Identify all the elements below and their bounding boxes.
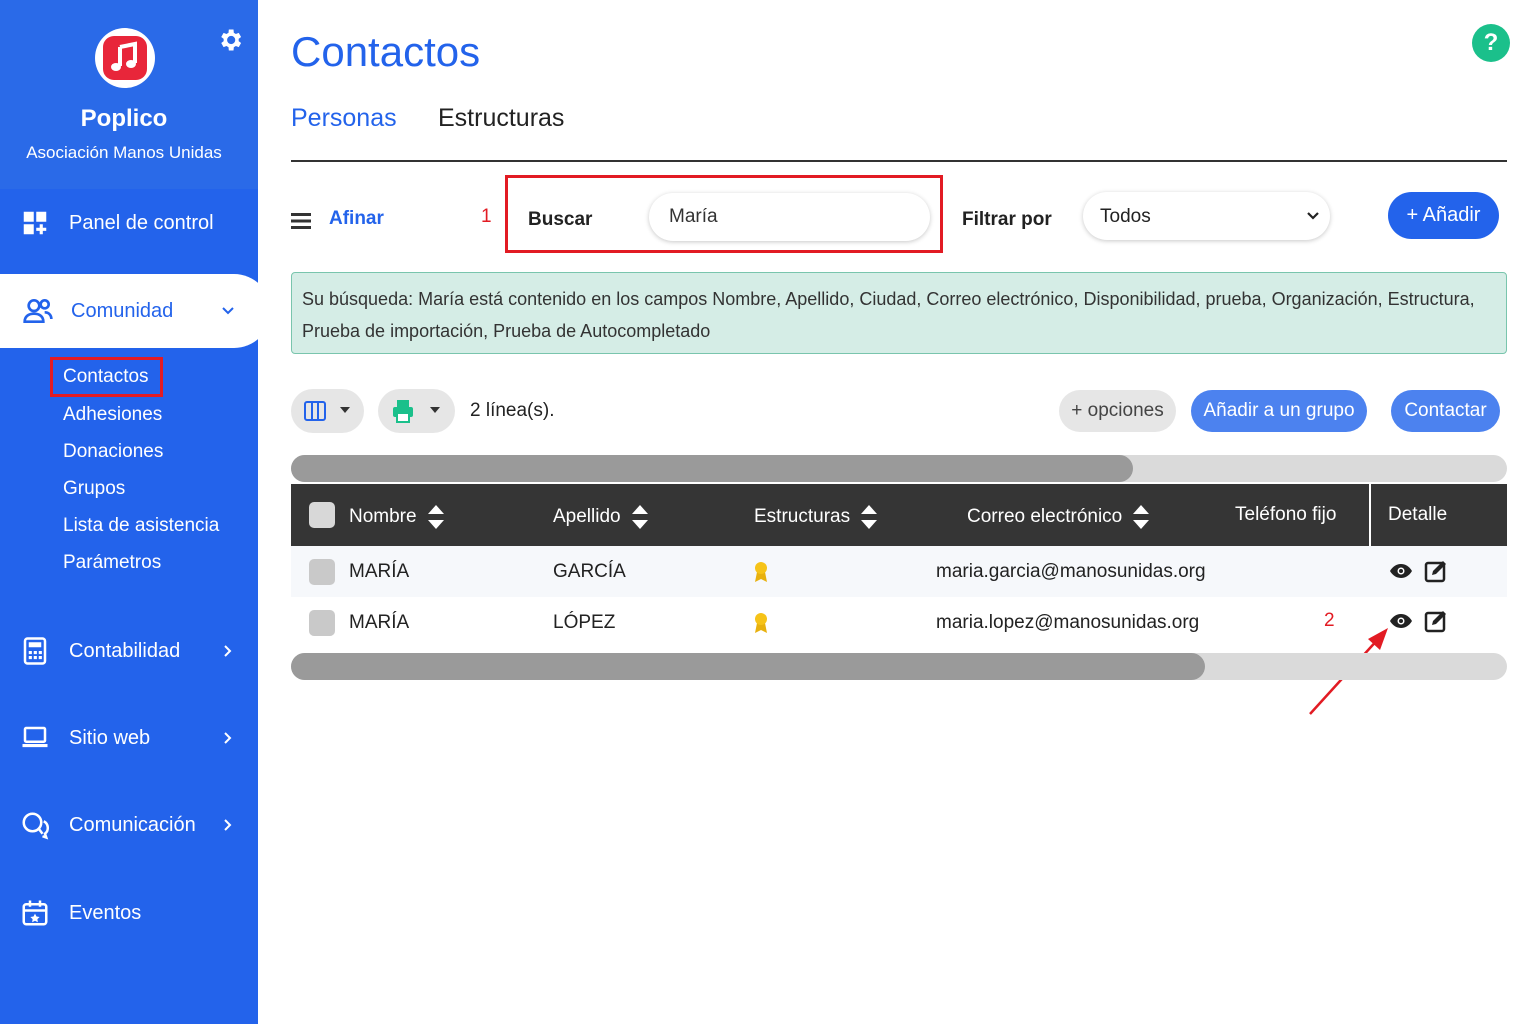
column-header-nombre[interactable]: Nombre	[349, 504, 445, 530]
cell-nombre: MARÍA	[349, 612, 410, 633]
sidebar-item-label: Comunicación	[69, 813, 196, 836]
sort-icon	[1133, 505, 1150, 529]
tab-personas[interactable]: Personas	[291, 104, 397, 133]
dashboard-icon	[23, 211, 47, 235]
chevron-right-icon	[224, 645, 232, 657]
column-header-apellido[interactable]: Apellido	[553, 504, 649, 530]
caret-down-icon	[340, 407, 350, 413]
users-icon	[23, 299, 53, 323]
columns-dropdown[interactable]	[291, 389, 364, 433]
sidebar-item-panel-de-control[interactable]: Panel de control	[0, 198, 258, 248]
filter-select-value: Todos	[1100, 206, 1151, 227]
printer-icon	[393, 400, 413, 423]
sidebar-header: Poplico Asociación Manos Unidas	[0, 0, 258, 189]
add-button[interactable]: + Añadir	[1388, 192, 1499, 239]
sidebar-item-label: Comunidad	[71, 299, 174, 322]
laptop-icon	[22, 726, 48, 748]
sort-icon	[427, 505, 444, 529]
select-all-checkbox[interactable]	[309, 502, 335, 528]
subitem-contactos[interactable]: Contactos	[63, 366, 149, 388]
sidebar-item-eventos[interactable]: Eventos	[0, 888, 258, 938]
scrollbar-thumb[interactable]	[291, 455, 1133, 482]
column-header-telefono[interactable]: Teléfono fijo	[1235, 504, 1336, 526]
print-dropdown[interactable]	[378, 389, 455, 433]
sidebar-item-comunidad[interactable]: Comunidad	[0, 274, 271, 348]
cell-correo: maria.lopez@manosunidas.org	[936, 612, 1200, 633]
page-title: Contactos	[291, 28, 481, 75]
sidebar-item-label: Eventos	[69, 901, 142, 924]
row-count: 2 línea(s).	[470, 400, 555, 421]
afinar-link[interactable]: Afinar	[329, 208, 384, 230]
caret-down-icon	[430, 407, 440, 413]
sidebar-item-label: Contabilidad	[69, 639, 181, 662]
sidebar-item-contabilidad[interactable]: Contabilidad	[0, 626, 258, 676]
cell-nombre: MARÍA	[349, 561, 410, 582]
search-info-box: Su búsqueda: María está contenido en los…	[291, 272, 1507, 354]
column-header-estructuras[interactable]: Estructuras	[754, 504, 878, 530]
filter-label: Filtrar por	[962, 209, 1052, 230]
sidebar: Poplico Asociación Manos Unidas Panel de…	[0, 0, 271, 1024]
tab-divider	[291, 160, 1507, 162]
menu-icon[interactable]	[291, 212, 311, 230]
app-name: Poplico	[80, 105, 168, 132]
contact-button[interactable]: Contactar	[1391, 390, 1500, 432]
edit-icon[interactable]	[1424, 609, 1448, 633]
calculator-icon	[23, 637, 47, 665]
subitem-grupos[interactable]: Grupos	[63, 478, 125, 500]
chevron-right-icon	[224, 732, 232, 744]
scrollbar-thumb[interactable]	[291, 653, 1205, 680]
sidebar-item-label: Panel de control	[69, 211, 214, 234]
sidebar-item-label: Sitio web	[69, 726, 151, 749]
cell-apellido: GARCÍA	[553, 561, 626, 582]
music-note-icon	[111, 41, 137, 71]
chat-icon	[22, 812, 50, 840]
calendar-icon	[22, 900, 48, 926]
row-checkbox[interactable]	[309, 559, 335, 585]
chevron-down-icon	[222, 307, 234, 315]
cell-apellido: LÓPEZ	[553, 612, 616, 633]
main-content: Contactos ? Personas Estructuras Afinar …	[258, 0, 1536, 1024]
ribbon-icon	[755, 613, 767, 633]
row-checkbox[interactable]	[309, 610, 335, 636]
ribbon-icon	[755, 562, 767, 582]
options-button[interactable]: + opciones	[1059, 390, 1176, 432]
tab-estructuras[interactable]: Estructuras	[438, 104, 564, 133]
column-header-correo[interactable]: Correo electrónico	[967, 504, 1150, 530]
subitem-parametros[interactable]: Parámetros	[63, 552, 161, 574]
eye-icon[interactable]	[1389, 563, 1413, 579]
horizontal-scrollbar-top[interactable]	[291, 455, 1507, 482]
column-header-detalle: Detalle	[1388, 504, 1448, 525]
chevron-down-icon	[1307, 212, 1319, 220]
column-divider	[1369, 484, 1371, 546]
sidebar-item-comunicacion[interactable]: Comunicación	[0, 800, 258, 850]
sort-icon	[861, 505, 878, 529]
filter-select[interactable]: Todos	[1083, 192, 1330, 240]
edit-icon[interactable]	[1424, 559, 1448, 583]
sort-icon	[631, 505, 648, 529]
sidebar-item-sitio-web[interactable]: Sitio web	[0, 713, 258, 763]
table-header: Nombre Apellido Estructuras Correo elect…	[291, 484, 1507, 546]
add-to-group-button[interactable]: Añadir a un grupo	[1191, 390, 1367, 432]
horizontal-scrollbar-bottom[interactable]	[291, 653, 1507, 680]
columns-icon	[304, 401, 326, 421]
table-row[interactable]: MARÍA GARCÍA maria.garcia@manosunidas.or…	[291, 546, 1507, 597]
annotation-1: 1	[481, 206, 492, 227]
subitem-lista-de-asistencia[interactable]: Lista de asistencia	[63, 515, 219, 537]
help-button[interactable]: ?	[1472, 24, 1510, 62]
search-input[interactable]	[649, 193, 930, 241]
gear-icon[interactable]	[216, 26, 244, 54]
app-logo[interactable]	[95, 28, 155, 88]
subitem-donaciones[interactable]: Donaciones	[63, 441, 163, 463]
chevron-right-icon	[224, 819, 232, 831]
org-name: Asociación Manos Unidas	[26, 143, 222, 162]
search-label: Buscar	[528, 209, 593, 230]
subitem-adhesiones[interactable]: Adhesiones	[63, 404, 162, 426]
cell-correo: maria.garcia@manosunidas.org	[936, 561, 1206, 582]
